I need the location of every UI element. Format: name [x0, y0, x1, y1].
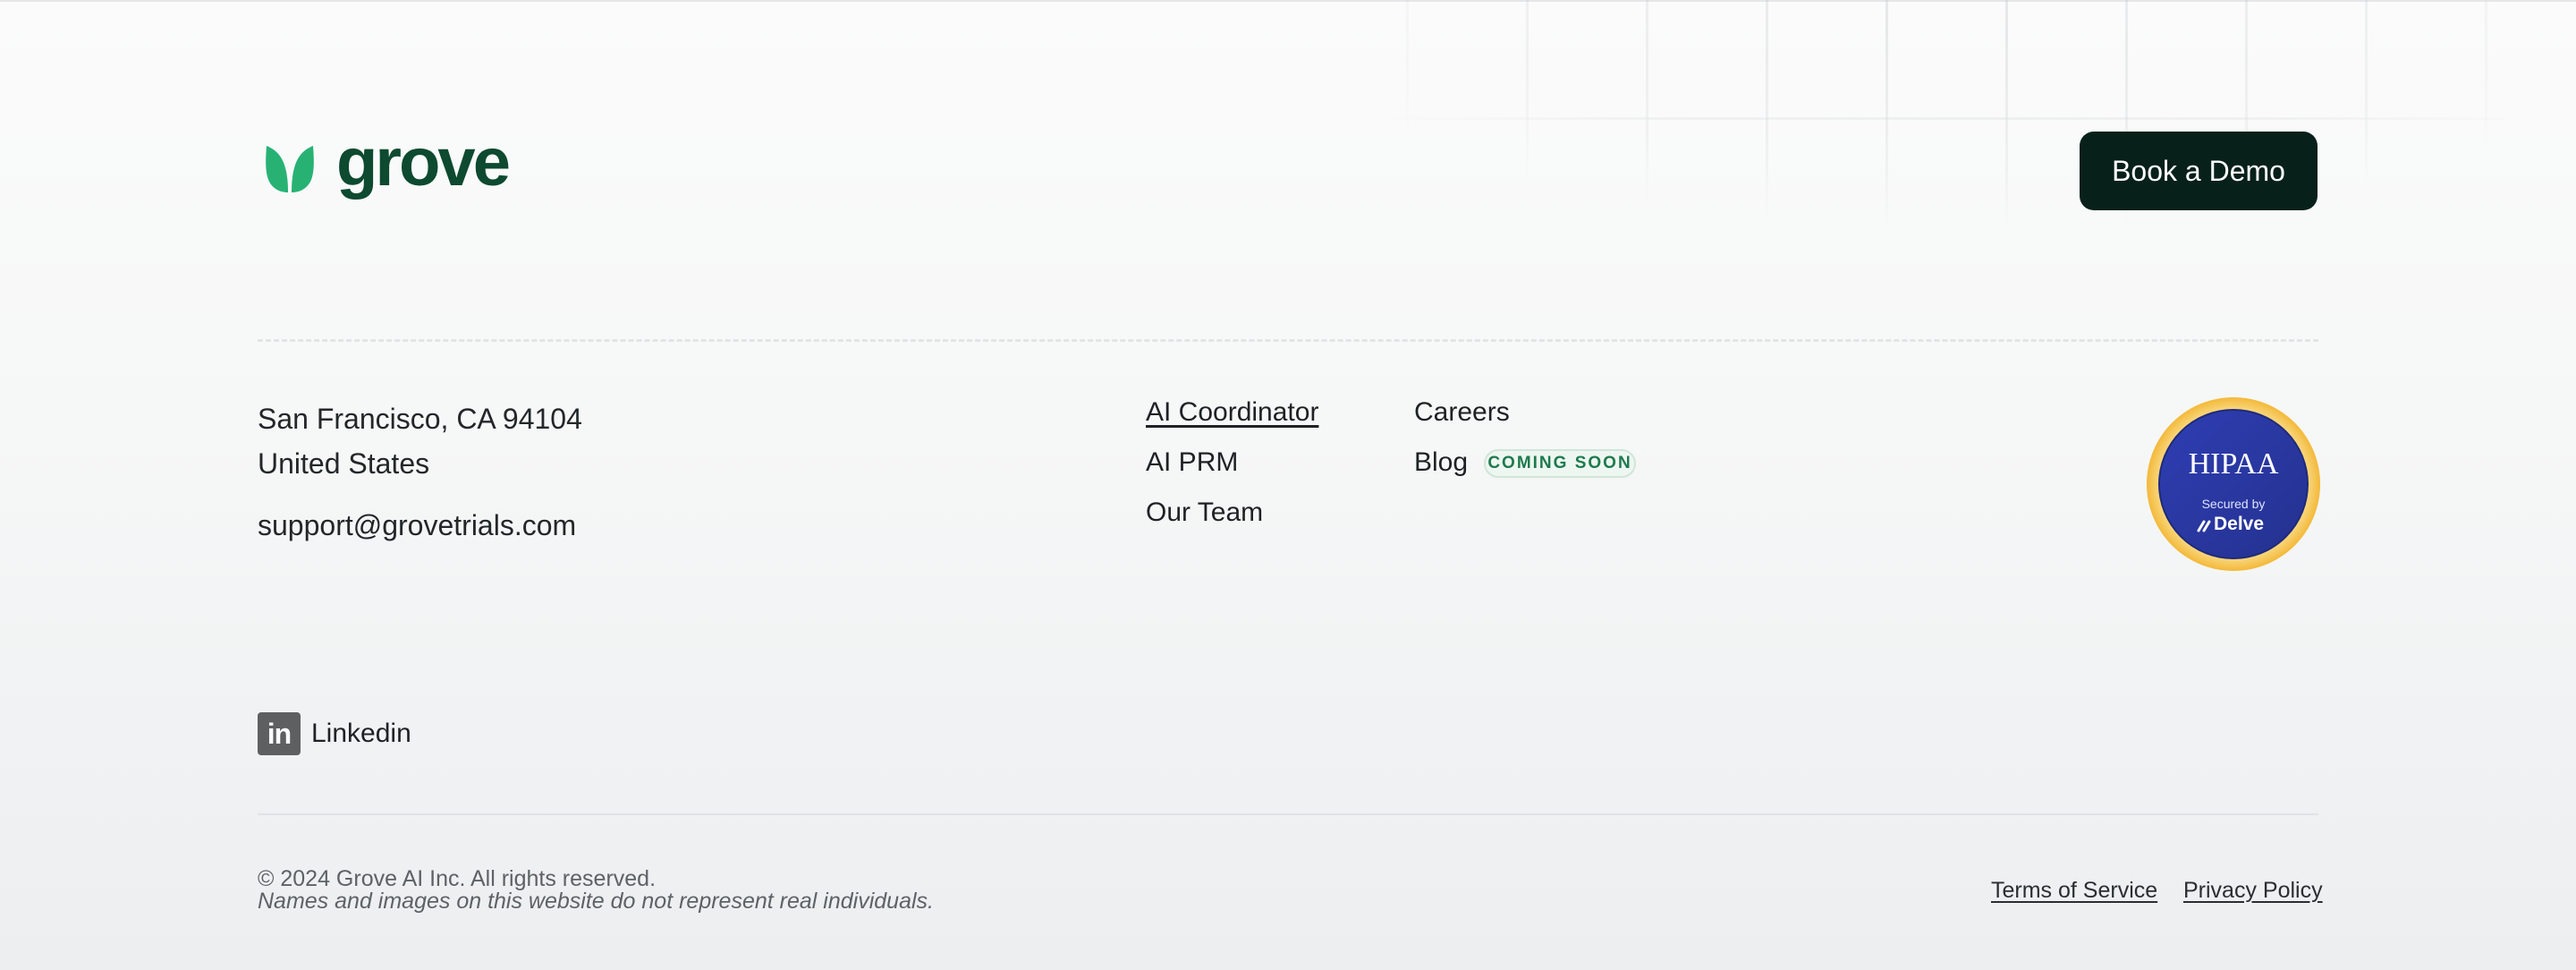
linkedin-link[interactable]: in Linkedin [258, 712, 411, 755]
linkedin-icon: in [258, 712, 301, 755]
terms-of-service-link[interactable]: Terms of Service [1991, 878, 2157, 904]
privacy-policy-link[interactable]: Privacy Policy [2183, 878, 2323, 904]
nav-link-careers[interactable]: Careers [1414, 397, 1510, 428]
nav-link-ai-prm[interactable]: AI PRM [1146, 447, 1238, 478]
logo-wordmark: grove [336, 124, 511, 200]
book-demo-button[interactable]: Book a Demo [2080, 132, 2318, 210]
hipaa-subtitle: Secured by [2202, 497, 2266, 511]
address-line-2: United States [258, 447, 430, 480]
footer-divider [258, 813, 2318, 815]
nav-link-ai-coordinator[interactable]: AI Coordinator [1146, 397, 1318, 428]
linkedin-label: Linkedin [311, 719, 411, 748]
coming-soon-badge: COMING SOON [1484, 449, 1636, 478]
leaf-logo-icon [263, 142, 317, 194]
grove-logo[interactable]: grove [263, 129, 511, 202]
section-divider [258, 339, 2318, 342]
disclaimer-text: Names and images on this website do not … [258, 889, 934, 914]
copyright-text: © 2024 Grove AI Inc. All rights reserved… [258, 866, 657, 891]
address-line-1: San Francisco, CA 94104 [258, 403, 582, 435]
support-email-link[interactable]: support@grovetrials.com [258, 509, 576, 542]
hipaa-title: HIPAA [2189, 447, 2279, 481]
hipaa-seal-icon: HIPAA Secured by Delve [2147, 397, 2320, 571]
nav-link-blog[interactable]: Blog [1414, 447, 1468, 478]
nav-link-our-team[interactable]: Our Team [1146, 498, 1263, 528]
hipaa-provider: Delve [2214, 514, 2264, 534]
